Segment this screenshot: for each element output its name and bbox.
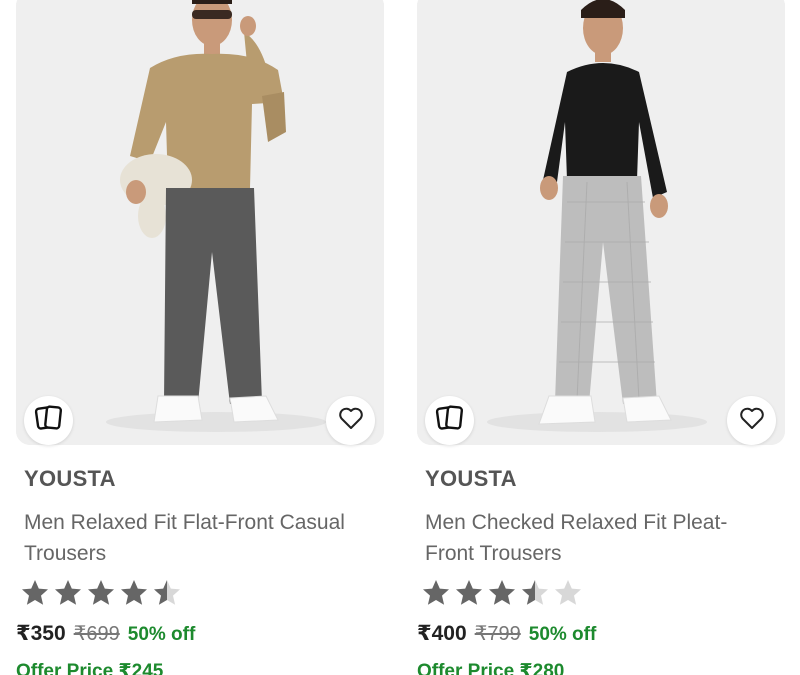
star-filled-icon	[55, 580, 81, 605]
brand-name: YOUSTA	[24, 466, 116, 491]
star-rating	[20, 578, 182, 608]
product-photo-left	[16, 0, 384, 445]
mrp-price: ₹699	[73, 623, 120, 645]
star-filled-icon	[489, 580, 515, 605]
compare-button[interactable]	[425, 396, 474, 445]
product-card[interactable]: YOUSTA Men Checked Relaxed Fit Pleat-Fro…	[417, 0, 785, 675]
discount-badge: 50% off	[528, 624, 597, 645]
compare-cards-icon	[34, 403, 64, 438]
star-empty-icon	[555, 580, 581, 605]
discount-badge: 50% off	[127, 624, 196, 645]
star-half-icon	[522, 580, 548, 605]
offer-price: Offer Price ₹245	[16, 661, 164, 675]
compare-button[interactable]	[24, 396, 73, 445]
product-title[interactable]: Men Checked Relaxed Fit Pleat-Front Trou…	[425, 507, 775, 569]
mrp-price: ₹799	[474, 623, 521, 645]
price-row: ₹350 ₹699 50% off	[16, 621, 195, 646]
wishlist-button[interactable]	[326, 396, 375, 445]
product-grid: YOUSTA Men Relaxed Fit Flat-Front Casual…	[0, 0, 800, 675]
star-filled-icon	[22, 580, 48, 605]
heart-outline-icon	[338, 406, 364, 435]
wishlist-button[interactable]	[727, 396, 776, 445]
star-half-icon	[154, 580, 180, 605]
compare-cards-icon	[435, 403, 465, 438]
star-filled-icon	[88, 580, 114, 605]
selling-price: ₹350	[16, 622, 66, 645]
brand-name: YOUSTA	[425, 466, 517, 491]
star-rating	[421, 578, 583, 608]
product-image[interactable]	[16, 0, 384, 445]
price-row: ₹400 ₹799 50% off	[417, 621, 596, 646]
product-title[interactable]: Men Relaxed Fit Flat-Front Casual Trouse…	[24, 507, 374, 569]
offer-price: Offer Price ₹280	[417, 661, 565, 675]
star-filled-icon	[121, 580, 147, 605]
product-card[interactable]: YOUSTA Men Relaxed Fit Flat-Front Casual…	[16, 0, 384, 675]
selling-price: ₹400	[417, 622, 467, 645]
heart-outline-icon	[739, 406, 765, 435]
product-image[interactable]	[417, 0, 785, 445]
star-filled-icon	[456, 580, 482, 605]
product-photo-right	[417, 0, 785, 445]
star-filled-icon	[423, 580, 449, 605]
